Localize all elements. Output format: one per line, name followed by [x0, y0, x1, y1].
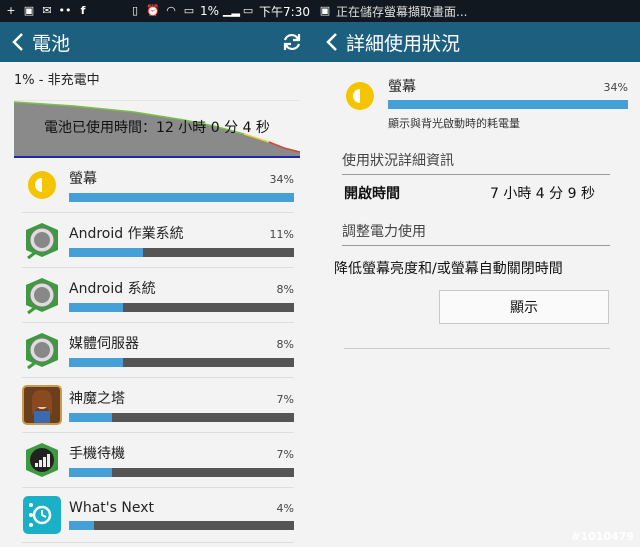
app-percent: 4%	[276, 502, 294, 515]
usage-row[interactable]: 手機待機 7%	[22, 433, 294, 488]
mail-icon: ✉	[42, 4, 52, 17]
app-percent: 34%	[269, 173, 294, 186]
notification-bar: ▣ 正在儲存螢幕擷取畫面...	[314, 0, 640, 22]
app-name: 媒體伺服器	[69, 336, 139, 352]
usage-bar	[69, 413, 294, 422]
action-bar: 詳細使用狀況	[314, 22, 640, 62]
battery-history-chart: 電池已使用時間：12 小時 0 分 4 秒	[14, 100, 300, 156]
app-summary: 螢幕 34% 顯示與背光啟動時的耗電量	[342, 76, 628, 130]
status-bar: + ▣ ✉ •• f ▯ ⏰ ◠ ▭ 1% ▁▂ ▭ 下午7:30	[0, 0, 314, 22]
usage-bar	[69, 193, 294, 202]
whats-next-icon	[22, 495, 62, 535]
on-time-label: 開啟時間	[344, 186, 400, 202]
usage-row[interactable]: 螢幕 34%	[22, 158, 294, 213]
android-os-icon	[22, 220, 62, 260]
app-name: Android 作業系統	[69, 226, 184, 242]
android-system-icon	[22, 275, 62, 315]
app-percent: 34%	[603, 81, 628, 94]
dots-icon: ••	[58, 4, 72, 17]
screen-brightness-icon	[342, 78, 378, 114]
app-name: 神魔之塔	[69, 391, 125, 407]
app-name: 螢幕	[388, 79, 416, 95]
screen-brightness-icon	[22, 165, 62, 205]
page-title: 電池	[32, 32, 71, 55]
usage-row[interactable]: What's Next 4%	[22, 488, 294, 543]
battery-usage-time: 電池已使用時間：12 小時 0 分 4 秒	[44, 120, 270, 136]
on-time-row: 開啟時間 7 小時 4 分 9 秒	[344, 183, 610, 203]
app-percent: 7%	[276, 393, 294, 406]
usage-bar	[69, 468, 294, 477]
app-percent: 7%	[276, 448, 294, 461]
usage-bar-fill	[69, 468, 112, 477]
chevron-left-icon	[326, 33, 337, 51]
app-name: 螢幕	[69, 171, 97, 187]
adjust-power-header: 調整電力使用	[342, 221, 610, 246]
usage-list: 螢幕 34% Android 作業系統 11% Android 系統 8% 媒體伺服器 8% 神…	[0, 158, 314, 543]
divider	[344, 348, 610, 349]
charge-status: 1% - 非充電中	[14, 73, 100, 88]
usage-bar	[69, 521, 294, 530]
on-time-value: 7 小時 4 分 9 秒	[490, 186, 595, 202]
app-name: What's Next	[69, 500, 154, 516]
usage-bar-fill	[69, 358, 123, 367]
sim-icon: ▭	[183, 4, 195, 17]
usage-bar-fill	[69, 413, 112, 422]
page-title: 詳細使用狀況	[346, 32, 461, 55]
action-bar: 電池	[0, 22, 314, 62]
show-button[interactable]: 顯示	[439, 290, 609, 324]
phone-standby-icon	[22, 440, 62, 480]
app-percent: 11%	[269, 228, 294, 241]
usage-bar	[69, 248, 294, 257]
adjust-description: 降低螢幕亮度和/或螢幕自動關閉時間	[334, 261, 563, 277]
usage-row[interactable]: 神魔之塔 7%	[22, 378, 294, 433]
chevron-left-icon	[12, 33, 23, 51]
clock: 下午7:30	[259, 4, 310, 19]
usage-detail-panel: ▣ 正在儲存螢幕擷取畫面... 詳細使用狀況 螢幕 34% 顯示與背光啟動時的耗…	[314, 0, 640, 547]
screenshot-icon: ▣	[319, 4, 331, 17]
usage-row[interactable]: Android 作業系統 11%	[22, 213, 294, 268]
watermark: #1010479	[571, 530, 634, 543]
back-button[interactable]	[322, 30, 342, 54]
app-name: Android 系統	[69, 281, 156, 297]
usage-bar	[69, 358, 294, 367]
usage-bar-fill	[69, 303, 123, 312]
usage-bar-fill	[69, 193, 294, 202]
back-button[interactable]	[8, 30, 28, 54]
add-icon: +	[6, 4, 16, 17]
app-description: 顯示與背光啟動時的耗電量	[388, 117, 520, 130]
vibrate-icon: ▯	[131, 4, 139, 17]
refresh-icon	[283, 33, 301, 51]
battery-icon: ▭	[242, 4, 254, 17]
image-icon: ▣	[23, 4, 35, 17]
wifi-icon: ◠	[166, 4, 176, 17]
alarm-icon: ⏰	[146, 4, 160, 17]
app-percent: 8%	[276, 338, 294, 351]
app-percent: 8%	[276, 283, 294, 296]
app-name: 手機待機	[69, 446, 125, 462]
tower-of-saviors-icon	[22, 385, 62, 425]
notification-text: 正在儲存螢幕擷取畫面...	[336, 4, 468, 19]
usage-bar	[388, 100, 628, 109]
facebook-icon: f	[80, 4, 86, 17]
battery-panel: + ▣ ✉ •• f ▯ ⏰ ◠ ▭ 1% ▁▂ ▭ 下午7:30 電池 1% …	[0, 0, 314, 547]
usage-details-header: 使用狀況詳細資訊	[342, 150, 610, 175]
refresh-button[interactable]	[278, 28, 306, 56]
media-server-icon	[22, 330, 62, 370]
usage-row[interactable]: Android 系統 8%	[22, 268, 294, 323]
signal-icon: ▁▂	[223, 4, 240, 17]
battery-percent: 1%	[200, 4, 220, 18]
usage-bar	[69, 303, 294, 312]
usage-bar-fill	[69, 248, 144, 257]
usage-bar-fill	[69, 521, 94, 530]
usage-row[interactable]: 媒體伺服器 8%	[22, 323, 294, 378]
